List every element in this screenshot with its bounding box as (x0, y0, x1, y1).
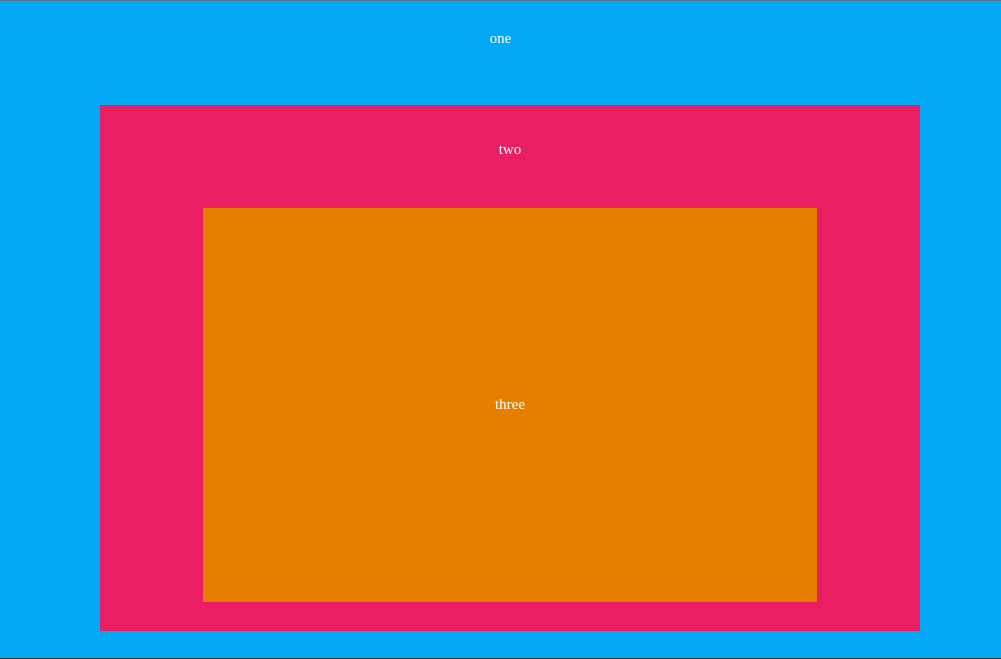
box-three-label: three (495, 397, 525, 413)
box-two-label: two (498, 142, 522, 158)
box-three: three (203, 208, 817, 602)
page: one two three (0, 0, 1001, 659)
box-one-label: one (489, 31, 512, 47)
